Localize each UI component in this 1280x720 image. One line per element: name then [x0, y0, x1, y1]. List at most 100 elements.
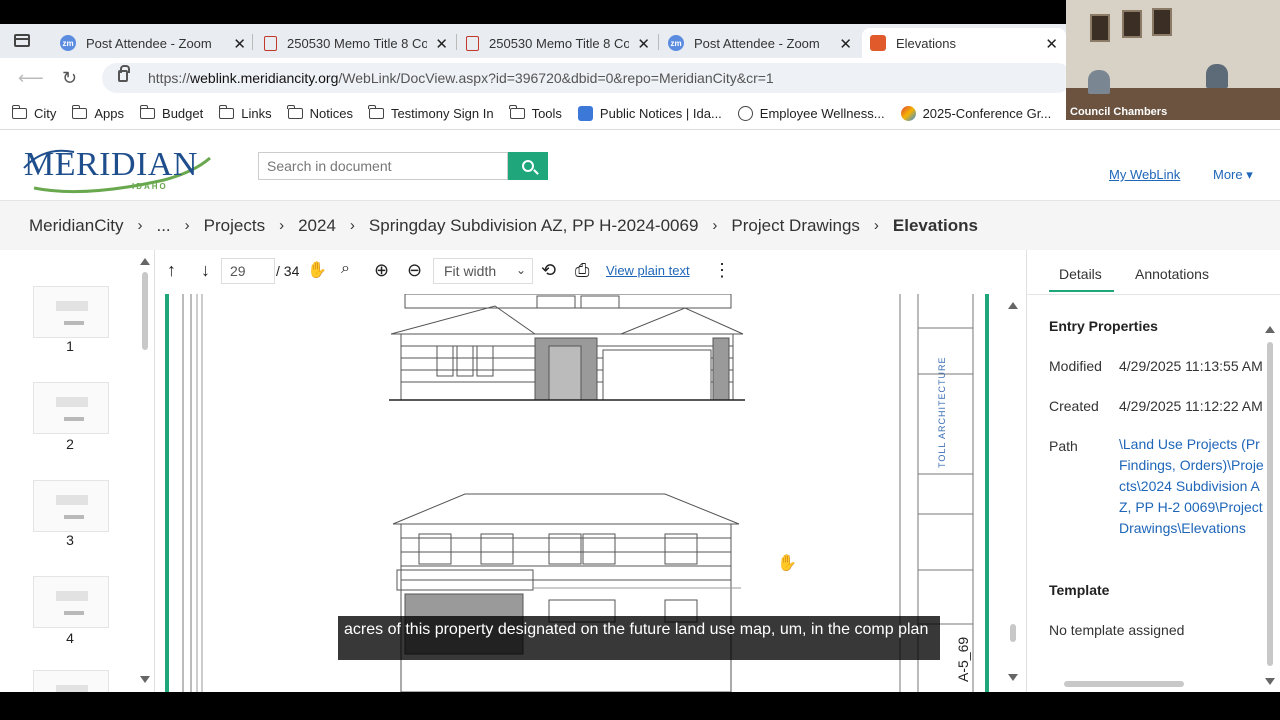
crumb-2024[interactable]: 2024: [298, 216, 336, 236]
url-prefix: https://: [148, 70, 191, 86]
bookmark-budget[interactable]: Budget: [139, 105, 204, 121]
tab-post-attendee-2[interactable]: zm Post Attendee - Zoom ✕: [660, 28, 860, 58]
crumb-ellipsis[interactable]: ...: [156, 216, 170, 236]
chevron-right-icon: ›: [279, 217, 285, 234]
tab-details[interactable]: Details: [1049, 266, 1114, 292]
bookmark-apps[interactable]: Apps: [71, 105, 125, 121]
my-weblink-link[interactable]: My WebLink: [1109, 167, 1180, 182]
page-number-input[interactable]: 29: [221, 258, 275, 284]
url-field[interactable]: https://weblink.meridiancity.org/WebLink…: [102, 63, 1072, 93]
bookmark-conference[interactable]: 2025-Conference Gr...: [900, 106, 1052, 121]
scroll-down-icon[interactable]: [1008, 674, 1018, 681]
bookmark-label: Apps: [94, 106, 125, 121]
kebab-menu-icon[interactable]: ⋮: [713, 260, 731, 281]
template-value: No template assigned: [1049, 622, 1185, 638]
path-link[interactable]: \Land Use Projects (Pr Findings, Orders)…: [1119, 434, 1269, 539]
bookmark-notices[interactable]: Notices: [287, 105, 353, 121]
tab-post-attendee-1[interactable]: zm Post Attendee - Zoom ✕: [52, 28, 252, 58]
tab-memo-2[interactable]: 250530 Memo Title 8 Cod ✕: [458, 28, 656, 58]
bookmark-label: Budget: [162, 106, 204, 121]
thumbnail-page-4[interactable]: [33, 576, 109, 628]
tab-elevations[interactable]: Elevations ✕: [862, 28, 1066, 58]
back-arrow-icon[interactable]: ⟵: [18, 68, 44, 89]
site-header: MERIDIAN IDAHO Search in document My Web…: [0, 130, 1280, 200]
lock-icon: [118, 65, 130, 82]
print-icon[interactable]: ⎙: [575, 260, 589, 281]
svg-text:✋: ✋: [777, 553, 797, 572]
folder-icon: [509, 105, 525, 119]
council-member: [1088, 70, 1110, 94]
meridian-logo[interactable]: MERIDIAN IDAHO: [14, 138, 214, 196]
close-icon[interactable]: ✕: [233, 35, 246, 53]
close-icon[interactable]: ✕: [839, 35, 852, 53]
tab-memo-1[interactable]: 250530 Memo Title 8 Cod ✕: [256, 28, 454, 58]
crumb-projects[interactable]: Projects: [204, 216, 265, 236]
wall-portrait: [1122, 10, 1142, 38]
scroll-up-icon[interactable]: [1265, 326, 1275, 333]
fit-width-select[interactable]: Fit width ⌄: [433, 258, 533, 284]
bookmark-label: Notices: [309, 106, 353, 121]
pan-hand-icon[interactable]: ✋: [307, 260, 327, 280]
close-icon[interactable]: ✕: [637, 35, 650, 53]
bookmark-city[interactable]: City: [11, 105, 56, 121]
bookmark-public-notices[interactable]: Public Notices | Ida...: [577, 106, 722, 121]
crumb-meridiancity[interactable]: MeridianCity: [29, 216, 123, 236]
rotate-icon[interactable]: ⟲: [541, 260, 556, 281]
thumbnail-scrollbar[interactable]: [142, 272, 148, 350]
globe-icon: [737, 106, 753, 121]
bookmark-label: Links: [241, 106, 272, 121]
thumbnail-page-5[interactable]: [33, 670, 109, 692]
more-menu[interactable]: More ▾: [1213, 167, 1253, 183]
tab-label: 250530 Memo Title 8 Cod: [489, 35, 629, 51]
conference-icon: [900, 106, 916, 121]
bookmark-label: Public Notices | Ida...: [599, 106, 722, 121]
horizontal-scrollbar[interactable]: [1064, 681, 1184, 687]
tab-actions-icon[interactable]: [14, 34, 30, 47]
zoom-out-icon[interactable]: ⊖: [407, 260, 422, 281]
horizontal-scroll-track: [1040, 680, 1260, 688]
briefcase-icon: [11, 105, 27, 119]
sheet-number: A-5_69: [955, 636, 971, 682]
zoom-search-icon[interactable]: ⌕: [341, 260, 350, 278]
document-scrollbar[interactable]: [1010, 624, 1016, 642]
chevron-right-icon: ›: [184, 217, 190, 234]
thumbnail-page-1[interactable]: [33, 286, 109, 338]
folder-icon: [368, 105, 384, 119]
bookmark-label: 2025-Conference Gr...: [922, 106, 1052, 121]
bookmark-tools[interactable]: Tools: [509, 105, 562, 121]
scroll-down-icon[interactable]: [1265, 678, 1275, 685]
previous-page-icon[interactable]: ↑: [167, 260, 176, 281]
view-plain-text-link[interactable]: View plain text: [606, 263, 690, 278]
tab-annotations[interactable]: Annotations: [1135, 266, 1209, 290]
thumbnail-page-2[interactable]: [33, 382, 109, 434]
scroll-up-icon[interactable]: [140, 258, 150, 265]
pdf-icon: [264, 35, 277, 51]
bookmark-wellness[interactable]: Employee Wellness...: [737, 106, 885, 121]
close-icon[interactable]: ✕: [435, 35, 448, 53]
close-icon[interactable]: ✕: [1045, 35, 1058, 53]
created-value: 4/29/2025 11:12:22 AM: [1119, 398, 1263, 414]
search-icon: [522, 160, 534, 172]
search-input[interactable]: Search in document: [258, 152, 508, 180]
path-label: Path: [1049, 438, 1078, 454]
thumbnail-number: 3: [66, 532, 74, 548]
tab-divider: [1027, 294, 1280, 295]
bookmark-links[interactable]: Links: [218, 105, 272, 121]
thumbnail-page-3[interactable]: [33, 480, 109, 532]
search-button[interactable]: [508, 152, 548, 180]
zoom-in-icon[interactable]: ⊕: [374, 260, 389, 281]
tab-label: Post Attendee - Zoom: [694, 35, 820, 51]
next-page-icon[interactable]: ↓: [201, 260, 210, 281]
crumb-project-drawings[interactable]: Project Drawings: [731, 216, 860, 236]
entry-properties-heading: Entry Properties: [1049, 318, 1158, 334]
bookmark-label: Testimony Sign In: [390, 106, 494, 121]
reload-icon[interactable]: ↻: [62, 68, 77, 89]
scroll-down-icon[interactable]: [140, 676, 150, 683]
thumbnail-number: 2: [66, 436, 74, 452]
notice-icon: [577, 106, 593, 121]
bookmark-label: Tools: [531, 106, 562, 121]
scroll-up-icon[interactable]: [1008, 302, 1018, 309]
details-scrollbar[interactable]: [1267, 342, 1273, 666]
crumb-springday[interactable]: Springday Subdivision AZ, PP H-2024-0069: [369, 216, 699, 236]
bookmark-testimony[interactable]: Testimony Sign In: [368, 105, 494, 121]
